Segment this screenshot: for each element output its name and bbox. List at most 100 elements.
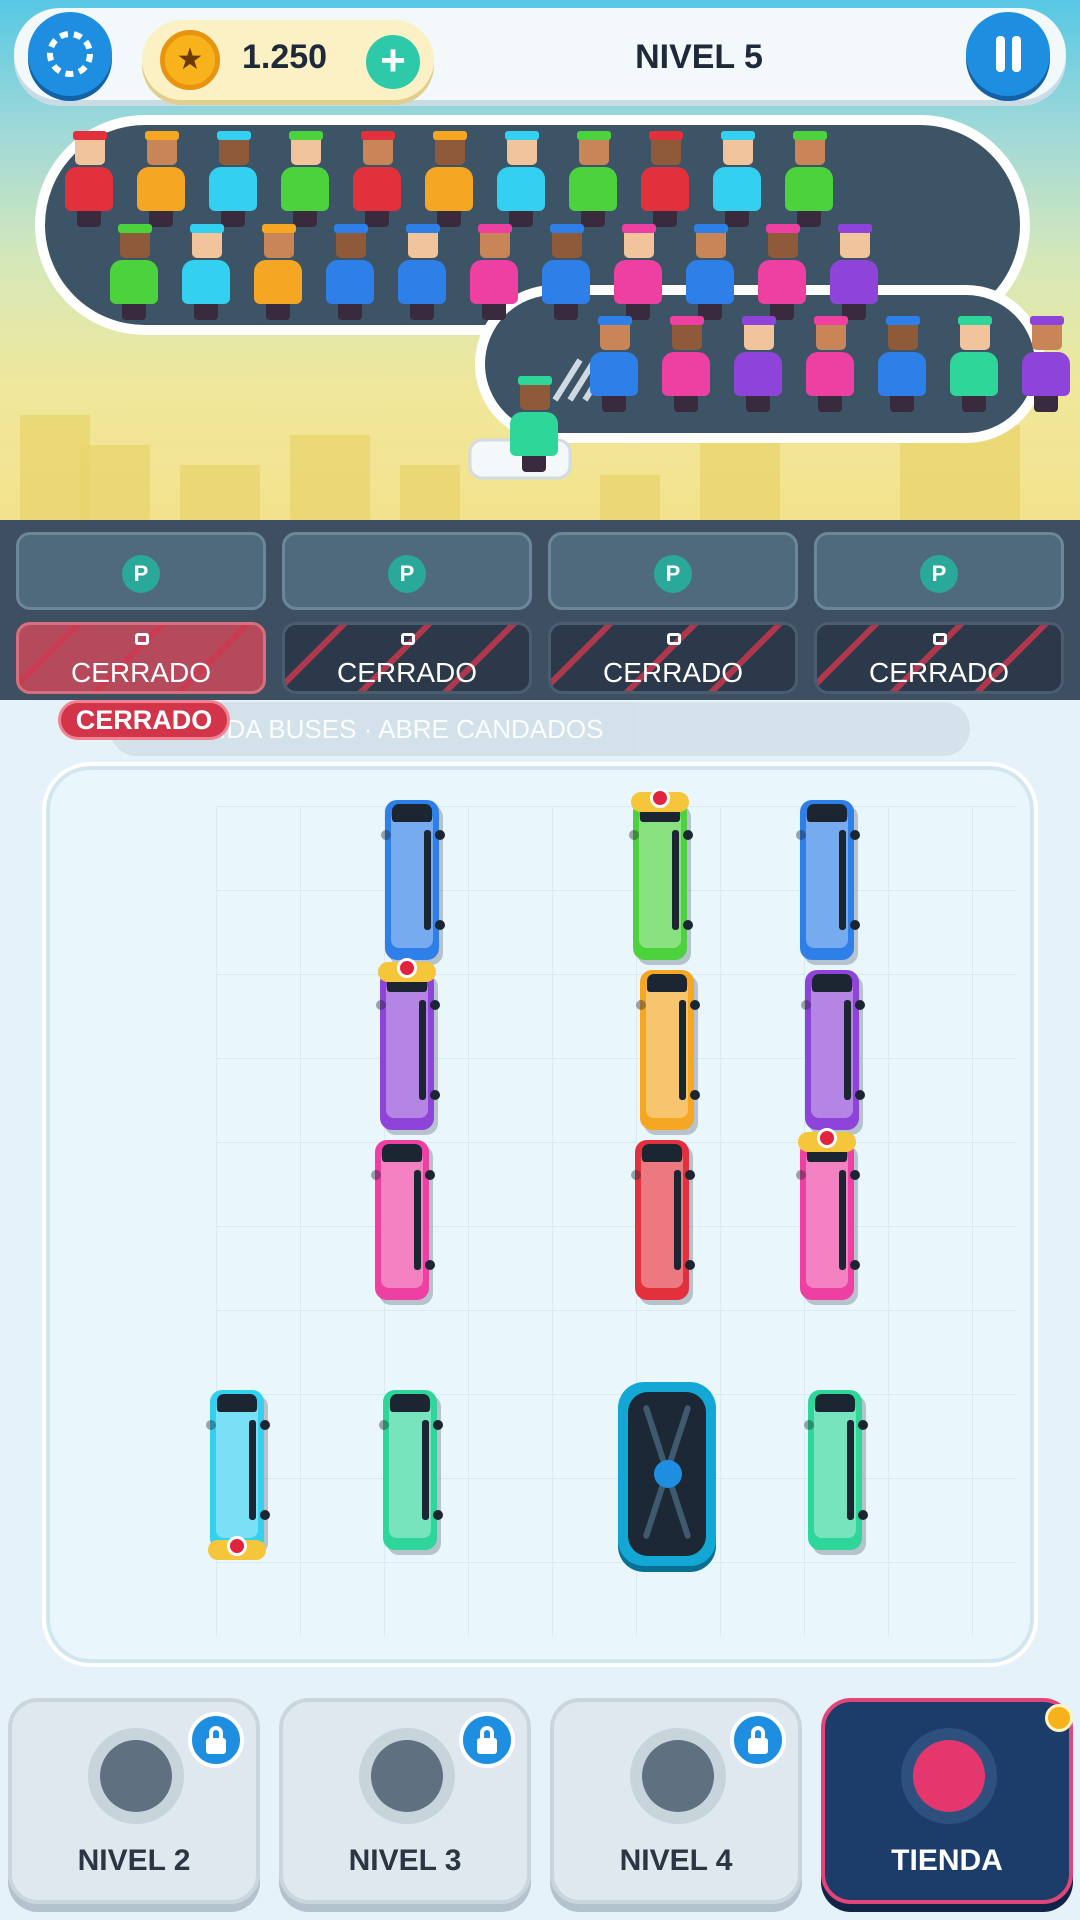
parking-slot[interactable]: P — [814, 532, 1064, 610]
passenger — [662, 316, 710, 416]
hint-banner: SALIDA BUSES · ABRE CANDADOS — [110, 702, 970, 756]
lock-icon — [135, 633, 149, 645]
pause-icon — [996, 36, 1021, 72]
passenger — [590, 316, 638, 416]
passenger — [137, 131, 185, 231]
bus-cyan[interactable] — [206, 1390, 270, 1560]
add-coins-button[interactable]: + — [366, 35, 420, 89]
coin-amount: 1.250 — [242, 38, 328, 76]
parking-icon: P — [388, 555, 426, 593]
passenger — [785, 131, 833, 231]
tab-tienda[interactable]: TIENDA — [821, 1698, 1073, 1904]
bus-exit-portal[interactable] — [618, 1382, 716, 1566]
tab-nivel-4[interactable]: NIVEL 4 — [550, 1698, 802, 1904]
restart-button[interactable] — [28, 12, 112, 96]
locked-slot[interactable]: CERRADO — [282, 622, 532, 694]
bus-pink[interactable] — [796, 1128, 860, 1300]
passenger — [398, 224, 446, 324]
bus-green[interactable] — [629, 788, 693, 960]
bottom-nav: NIVEL 2 NIVEL 3 NIVEL 4 TIENDA — [0, 1690, 1080, 1920]
shopping-bag-icon — [901, 1728, 997, 1824]
passenger — [686, 224, 734, 324]
coin-counter: ★ 1.250 + — [142, 20, 434, 100]
bus-mint[interactable] — [804, 1390, 868, 1550]
passenger — [569, 131, 617, 231]
padlock-icon — [188, 1712, 244, 1768]
padlock-icon — [459, 1712, 515, 1768]
bus-pink[interactable] — [371, 1140, 435, 1300]
tab-label: NIVEL 3 — [348, 1844, 462, 1877]
passenger — [65, 131, 113, 231]
tab-label: NIVEL 2 — [77, 1844, 191, 1877]
bus-lock-icon — [378, 958, 436, 982]
lock-icon — [933, 633, 947, 645]
tab-nivel-2[interactable]: NIVEL 2 — [8, 1698, 260, 1904]
parking-icon: P — [654, 555, 692, 593]
parking-icon: P — [122, 555, 160, 593]
coin-icon: ★ — [160, 30, 220, 90]
locked-slot[interactable]: CERRADO — [548, 622, 798, 694]
bus-red[interactable] — [631, 1140, 695, 1300]
swap-icon — [359, 1728, 455, 1824]
booster-icon — [88, 1728, 184, 1824]
passenger — [806, 316, 854, 416]
passenger — [182, 224, 230, 324]
level-title: NIVEL 5 — [635, 38, 763, 76]
passenger — [830, 224, 878, 324]
top-bar: ★ 1.250 + NIVEL 5 — [14, 8, 1066, 100]
pause-button[interactable] — [966, 12, 1050, 96]
passenger — [326, 224, 374, 324]
bus-lock-icon — [631, 788, 689, 812]
check-icon — [654, 1460, 682, 1488]
bus-board — [42, 762, 1038, 1667]
parking-slot[interactable]: P — [282, 532, 532, 610]
passenger — [281, 131, 329, 231]
lock-icon — [401, 633, 415, 645]
passenger — [641, 131, 689, 231]
passenger — [614, 224, 662, 324]
passenger — [254, 224, 302, 324]
magnet-icon — [630, 1728, 726, 1824]
bus-orange[interactable] — [636, 970, 700, 1130]
locked-slot-label: CERRADO — [868, 657, 1009, 688]
bus-lock-icon — [208, 1536, 266, 1560]
bus-lock-icon — [798, 1128, 856, 1152]
parking-slot[interactable]: P — [548, 532, 798, 610]
parking-slot[interactable]: P — [16, 532, 266, 610]
bus-blue[interactable] — [381, 800, 445, 960]
locked-slot[interactable]: CERRADO — [814, 622, 1064, 694]
bus-blue[interactable] — [796, 800, 860, 960]
passenger — [209, 131, 257, 231]
passenger — [425, 131, 473, 231]
padlock-icon — [730, 1712, 786, 1768]
passenger — [470, 224, 518, 324]
passenger — [758, 224, 806, 324]
passenger — [713, 131, 761, 231]
locked-slot-label: CERRADO — [70, 657, 211, 688]
bus-purple[interactable] — [801, 970, 865, 1130]
board-grid — [216, 806, 1016, 1636]
locked-slot-label: CERRADO — [336, 657, 477, 688]
restart-icon — [47, 31, 93, 77]
plus-icon: + — [380, 36, 406, 85]
passenger — [734, 316, 782, 416]
passenger — [353, 131, 401, 231]
tab-label: TIENDA — [891, 1844, 1003, 1877]
notification-dot — [1045, 1704, 1073, 1732]
bus-mint[interactable] — [379, 1390, 443, 1550]
passenger — [1022, 316, 1070, 416]
tab-nivel-3[interactable]: NIVEL 3 — [279, 1698, 531, 1904]
locked-tag: CERRADO — [58, 700, 230, 740]
passenger — [950, 316, 998, 416]
passenger — [110, 224, 158, 324]
passenger — [510, 376, 558, 476]
parking-icon: P — [920, 555, 958, 593]
passenger — [542, 224, 590, 324]
locked-slot-label: CERRADO — [602, 657, 743, 688]
passenger — [497, 131, 545, 231]
locked-slot[interactable]: CERRADO — [16, 622, 266, 694]
passenger — [878, 316, 926, 416]
tab-label: NIVEL 4 — [619, 1844, 733, 1877]
bus-purple[interactable] — [376, 958, 440, 1130]
lock-icon — [667, 633, 681, 645]
